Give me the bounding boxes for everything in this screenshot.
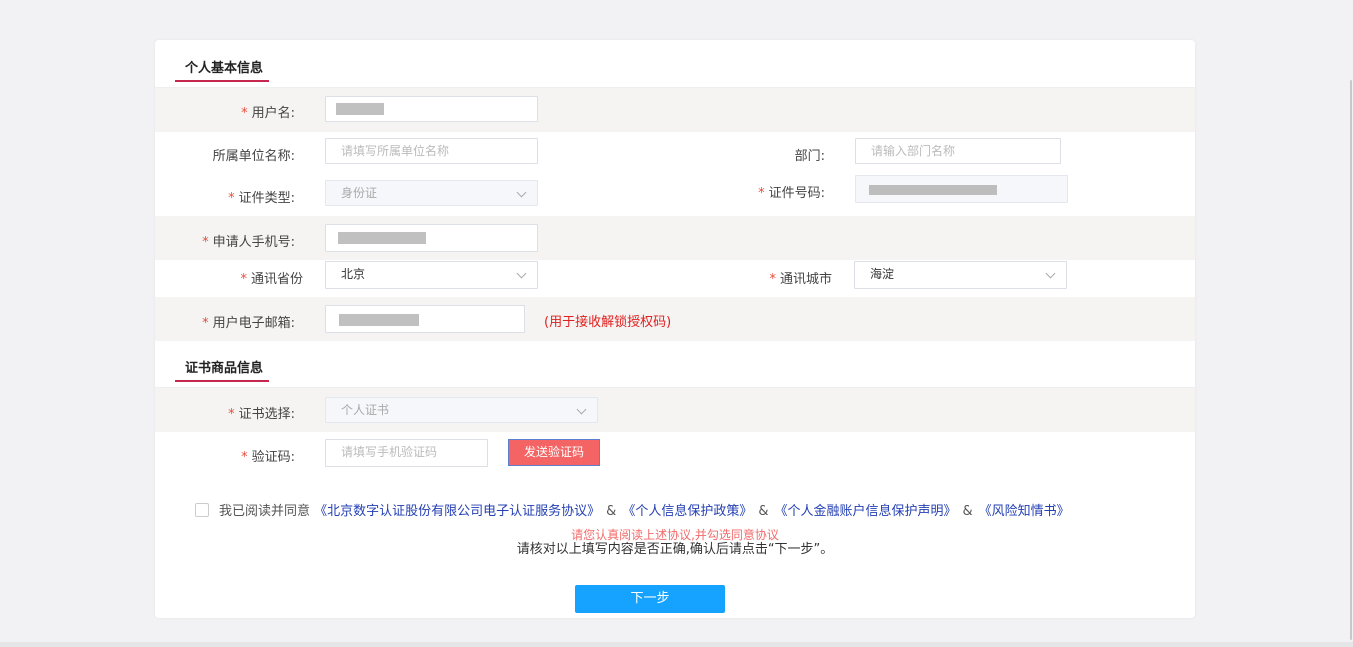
province-select[interactable]: 北京 xyxy=(325,261,538,289)
agreement-link-privacy[interactable]: 《个人信息保护政策》 xyxy=(622,504,752,519)
cert-select-label: * 证书选择: xyxy=(228,407,295,422)
id-type-select[interactable]: 身份证 xyxy=(325,180,538,206)
masked-value xyxy=(336,103,384,115)
row-band xyxy=(155,388,1195,432)
personal-section-header: 个人基本信息 xyxy=(155,40,1195,88)
bottom-strip xyxy=(0,642,1353,647)
chevron-down-icon xyxy=(516,187,527,198)
phone-label: * 申请人手机号: xyxy=(202,235,295,250)
masked-value xyxy=(338,232,426,244)
chevron-down-icon xyxy=(576,404,587,415)
username-label: * 用户名: xyxy=(241,106,295,121)
agreement-row: 我已阅读并同意 《北京数字认证股份有限公司电子认证服务协议》 & 《个人信息保护政策… xyxy=(195,500,1070,519)
agree-checkbox[interactable] xyxy=(195,503,209,517)
phone-input[interactable] xyxy=(325,224,538,252)
section-underline xyxy=(175,380,269,382)
section-underline xyxy=(175,80,269,82)
province-label: * 通讯省份 xyxy=(240,272,303,287)
row-band xyxy=(155,297,1195,341)
email-hint: (用于接收解锁授权码) xyxy=(544,315,672,330)
cert-section-header: 证书商品信息 xyxy=(155,340,1195,388)
email-label: * 用户电子邮箱: xyxy=(202,316,295,331)
cert-section-title: 证书商品信息 xyxy=(185,361,264,376)
dept-input[interactable]: 请输入部门名称 xyxy=(855,138,1061,164)
verify-code-input[interactable]: 请填写手机验证码 xyxy=(325,439,488,467)
dept-label: 部门: xyxy=(794,149,825,164)
verify-code-label: * 验证码: xyxy=(241,450,295,465)
next-button[interactable]: 下一步 xyxy=(575,585,725,613)
org-input[interactable]: 请填写所属单位名称 xyxy=(325,138,538,164)
form-card: 个人基本信息 * 用户名: 所属单位名称: 请填写所属单位名称 部门: 请输入部门… xyxy=(155,40,1195,618)
chevron-down-icon xyxy=(516,268,527,279)
masked-value xyxy=(339,314,419,326)
username-input[interactable] xyxy=(325,96,538,122)
city-select[interactable]: 海淀 xyxy=(854,261,1067,289)
confirm-text: 请核对以上填写内容是否正确,确认后请点击“下一步”。 xyxy=(516,542,834,557)
agreement-link-risk[interactable]: 《风险知情书》 xyxy=(979,504,1070,519)
id-number-input[interactable] xyxy=(855,175,1068,203)
masked-value xyxy=(869,185,997,195)
id-type-label: * 证件类型: xyxy=(228,191,295,206)
row-band xyxy=(155,88,1195,132)
agreement-link-finance[interactable]: 《个人金融账户信息保护声明》 xyxy=(774,504,956,519)
row-band xyxy=(155,216,1195,260)
email-input[interactable] xyxy=(325,305,525,333)
org-label: 所属单位名称: xyxy=(212,149,295,164)
personal-section-title: 个人基本信息 xyxy=(185,61,264,76)
id-number-label: * 证件号码: xyxy=(758,186,825,201)
chevron-down-icon xyxy=(1045,268,1056,279)
city-label: * 通讯城市 xyxy=(769,272,832,287)
cert-select[interactable]: 个人证书 xyxy=(325,397,598,423)
agreement-link-service[interactable]: 《北京数字认证股份有限公司电子认证服务协议》 xyxy=(314,504,600,519)
scrollbar-thumb[interactable] xyxy=(1350,80,1352,640)
send-code-button[interactable]: 发送验证码 xyxy=(508,439,600,466)
agreement-prefix: 我已阅读并同意 xyxy=(219,504,311,519)
